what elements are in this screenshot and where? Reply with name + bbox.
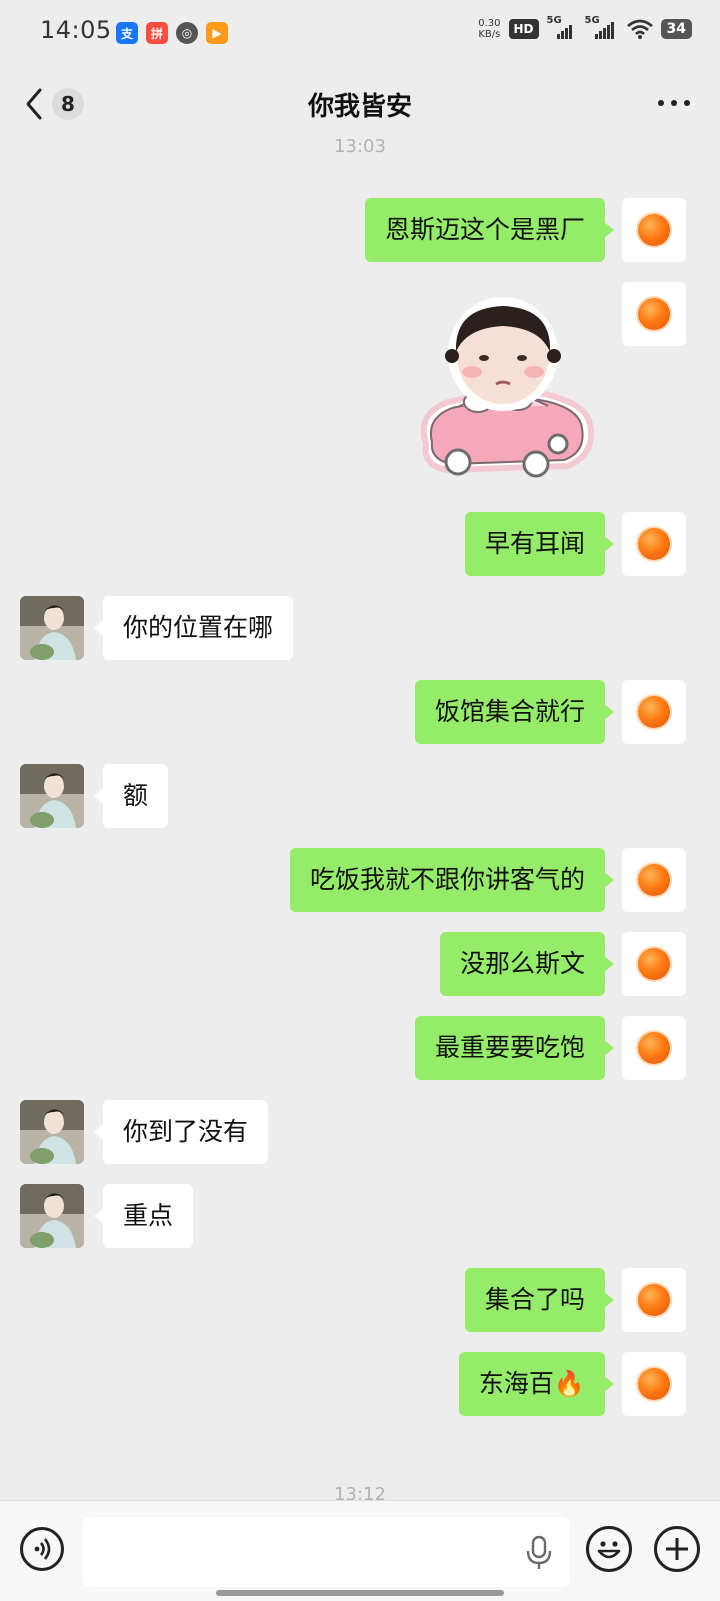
notification-icons: 支 拼 ◎ ▶ — [116, 22, 228, 44]
message-row: 东海百🔥 — [0, 1352, 720, 1418]
my-avatar[interactable] — [622, 1268, 686, 1332]
input-bar — [0, 1500, 720, 1601]
my-avatar[interactable] — [622, 932, 686, 996]
chat-title: 你我皆安 — [307, 92, 412, 122]
message-row: 恩斯迈这个是黑厂 — [0, 198, 720, 264]
message-bubble-theirs[interactable]: 额 — [93, 764, 169, 828]
wifi-icon — [626, 19, 653, 39]
contact-photo-icon — [20, 1100, 84, 1164]
network-speed: 0.30 KB/s — [478, 18, 501, 40]
chat-header: 8 你我皆安 — [0, 66, 720, 142]
orange-avatar-icon — [638, 298, 670, 330]
contact-avatar[interactable] — [20, 1184, 84, 1248]
status-bar: 14:05 支 拼 ◎ ▶ 0.30 KB/s HD 5G 5G 34 — [0, 0, 720, 66]
message-row: 饭馆集合就行 — [0, 680, 720, 746]
message-row: 你到了没有 — [0, 1100, 720, 1166]
message-row: 最重要要吃饱 — [0, 1016, 720, 1082]
orange-avatar-icon — [638, 1032, 670, 1064]
orange-avatar-icon — [638, 1284, 670, 1316]
message-timestamp: 13:03 — [334, 136, 386, 157]
microphone-icon[interactable] — [524, 1535, 554, 1571]
plus-icon[interactable] — [654, 1526, 700, 1572]
contact-avatar[interactable] — [20, 596, 84, 660]
message-bubble-mine[interactable]: 最重要要吃饱 — [414, 1016, 615, 1080]
contact-photo-icon — [20, 1184, 84, 1248]
voice-toggle-icon[interactable] — [20, 1527, 64, 1571]
message-bubble-mine[interactable]: 吃饭我就不跟你讲客气的 — [289, 848, 615, 912]
hd-voice-icon: HD — [508, 19, 539, 39]
alipay-icon: 支 — [116, 22, 138, 44]
message-row: 你的位置在哪 — [0, 596, 720, 662]
message-row — [0, 282, 720, 348]
baby-in-pink-car-sticker[interactable] — [408, 294, 608, 484]
my-avatar[interactable] — [622, 512, 686, 576]
message-bubble-theirs[interactable]: 重点 — [93, 1184, 194, 1248]
home-indicator[interactable] — [216, 1590, 504, 1596]
message-bubble-mine[interactable]: 东海百🔥 — [458, 1352, 615, 1416]
more-dots-icon[interactable] — [658, 100, 690, 108]
message-bubble-theirs[interactable]: 你到了没有 — [93, 1100, 269, 1164]
message-row: 额 — [0, 764, 720, 830]
my-avatar[interactable] — [622, 1352, 686, 1416]
my-avatar[interactable] — [622, 1016, 686, 1080]
emoji-icon[interactable] — [586, 1526, 632, 1572]
my-avatar[interactable] — [622, 282, 686, 346]
signal-sim1-icon: 5G — [547, 15, 577, 39]
battery-indicator: 34 — [660, 19, 692, 39]
orange-avatar-icon — [638, 696, 670, 728]
my-avatar[interactable] — [622, 680, 686, 744]
contact-photo-icon — [20, 764, 84, 828]
message-row: 集合了吗 — [0, 1268, 720, 1334]
status-time: 14:05 — [40, 16, 112, 44]
message-row: 吃饭我就不跟你讲客气的 — [0, 848, 720, 914]
message-row: 早有耳闻 — [0, 512, 720, 578]
browser-app-icon: ◎ — [176, 22, 198, 44]
shopping-app-icon: 拼 — [146, 22, 168, 44]
message-bubble-mine[interactable]: 恩斯迈这个是黑厂 — [364, 198, 615, 262]
message-row: 重点 — [0, 1184, 720, 1250]
message-input[interactable] — [82, 1517, 570, 1587]
contact-avatar[interactable] — [20, 764, 84, 828]
contact-photo-icon — [20, 596, 84, 660]
orange-avatar-icon — [638, 948, 670, 980]
message-bubble-mine[interactable]: 集合了吗 — [464, 1268, 615, 1332]
orange-avatar-icon — [638, 528, 670, 560]
message-bubble-mine[interactable]: 饭馆集合就行 — [414, 680, 615, 744]
message-bubble-mine[interactable]: 早有耳闻 — [464, 512, 615, 576]
contact-avatar[interactable] — [20, 1100, 84, 1164]
signal-sim2-icon: 5G — [585, 15, 619, 39]
message-row: 没那么斯文 — [0, 932, 720, 998]
my-avatar[interactable] — [622, 848, 686, 912]
video-app-icon: ▶ — [206, 22, 228, 44]
orange-avatar-icon — [638, 214, 670, 246]
message-bubble-theirs[interactable]: 你的位置在哪 — [93, 596, 294, 660]
orange-avatar-icon — [638, 1368, 670, 1400]
orange-avatar-icon — [638, 864, 670, 896]
message-bubble-mine[interactable]: 没那么斯文 — [439, 932, 615, 996]
my-avatar[interactable] — [622, 198, 686, 262]
